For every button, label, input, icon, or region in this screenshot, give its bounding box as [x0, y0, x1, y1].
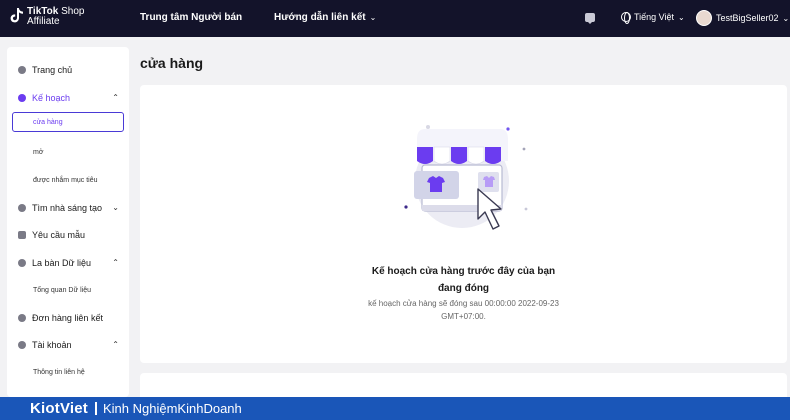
nav-seller-center[interactable]: Trung tâm Người bán: [140, 12, 242, 23]
username-label: TestBigSeller02: [716, 13, 779, 23]
sidebar-subitem-targeted[interactable]: được nhắm mục tiêu: [7, 170, 129, 190]
sidebar-item-home[interactable]: Trang chủ: [7, 60, 129, 80]
nav-seller-center-label: Trung tâm Người bán: [140, 12, 243, 23]
sidebar-subitem-shop[interactable]: cửa hàng: [12, 112, 124, 132]
sidebar-item-label: Đơn hàng liên kết: [32, 313, 103, 323]
logo-text-shop: Shop: [58, 6, 85, 17]
plan-closed-message-line2: đang đóng: [437, 283, 490, 294]
sidebar-subitem-label: Tổng quan Dữ liệu: [33, 286, 91, 294]
sidebar-subitem-label: được nhắm mục tiêu: [33, 176, 98, 184]
sidebar-subitem-data-overview[interactable]: Tổng quan Dữ liệu: [7, 280, 129, 300]
chevron-down-icon: ⌄: [782, 13, 790, 23]
tiktok-shop-affiliate-logo[interactable]: TikTok Shop Affiliate: [10, 7, 84, 27]
message-icon[interactable]: [585, 13, 595, 24]
sidebar-subitem-open[interactable]: mở: [7, 142, 129, 162]
sidebar-item-label: Tìm nhà sáng tạo: [32, 203, 103, 213]
sidebar-item-label: Yêu cầu mẫu: [32, 230, 86, 240]
sidebar-subitem-label: Thông tin liên hệ: [33, 368, 85, 376]
nav-affiliate-guide-label: Hướng dẫn liên kết: [274, 12, 366, 23]
plan-closing-note-line2: GMT+07:00.: [441, 312, 486, 321]
sidebar-item-label: La bàn Dữ liệu: [32, 258, 92, 268]
sidebar-item-label: Trang chủ: [32, 65, 73, 75]
logo-text-affiliate: Affiliate: [27, 16, 60, 27]
sidebar: Trang chủ Kế hoạch ⌃ cửa hàng mở được nh…: [7, 47, 129, 397]
sample-box-icon: [18, 231, 26, 239]
chevron-down-icon: ⌄: [678, 12, 685, 22]
chevron-up-icon: ⌃: [112, 258, 119, 267]
plan-closed-message-line1: Kế hoạch cửa hàng trước đây của bạn: [371, 266, 556, 277]
orders-icon: [18, 314, 26, 322]
plan-closed-message: Kế hoạch cửa hàng trước đây của bạn đang…: [140, 263, 787, 297]
language-selector[interactable]: Tiếng Việt ⌄: [621, 12, 685, 24]
home-icon: [18, 66, 26, 74]
plan-closing-note-line1: kế hoạch cửa hàng sẽ đóng sau 00:00:00 2…: [368, 299, 559, 308]
chevron-down-icon: ⌄: [112, 203, 119, 212]
plan-icon: [18, 94, 26, 102]
chevron-up-icon: ⌃: [112, 340, 119, 349]
chevron-down-icon: ⌄: [369, 13, 377, 22]
language-label: Tiếng Việt: [634, 12, 675, 22]
page-title: cửa hàng: [140, 55, 204, 71]
creators-icon: [18, 204, 26, 212]
sidebar-item-affiliate-orders[interactable]: Đơn hàng liên kết: [7, 308, 129, 328]
plan-closing-note: kế hoạch cửa hàng sẽ đóng sau 00:00:00 2…: [140, 297, 787, 323]
closed-plan-card: Kế hoạch cửa hàng trước đây của bạn đang…: [140, 85, 787, 363]
chevron-up-icon: ⌃: [112, 93, 119, 102]
sidebar-item-label: Tài khoản: [32, 340, 72, 350]
sidebar-item-find-creators[interactable]: Tìm nhà sáng tạo ⌄: [7, 198, 129, 218]
account-icon: [18, 341, 26, 349]
sidebar-item-plan[interactable]: Kế hoạch ⌃: [7, 88, 129, 108]
user-menu[interactable]: TestBigSeller02 ⌄: [696, 10, 789, 26]
footer-tagline: Kinh NghiệmKinhDoanh: [103, 401, 242, 416]
storefront-illustration: [404, 125, 528, 230]
sidebar-subitem-label: cửa hàng: [33, 118, 63, 126]
sidebar-subitem-contact-info[interactable]: Thông tin liên hệ: [7, 362, 129, 382]
sidebar-subitem-label: mở: [33, 148, 44, 156]
top-navigation-bar: TikTok Shop Affiliate Trung tâm Người bá…: [0, 0, 790, 37]
sidebar-item-sample-requests[interactable]: Yêu cầu mẫu: [7, 225, 129, 245]
avatar: [696, 10, 712, 26]
footer-divider: [95, 402, 97, 415]
sidebar-item-account[interactable]: Tài khoản ⌃: [7, 335, 129, 355]
compass-icon: [18, 259, 26, 267]
kiotviet-logo: KiotViet: [30, 400, 88, 417]
kiotviet-watermark-banner: KiotViet Kinh NghiệmKinhDoanh: [0, 397, 790, 420]
nav-affiliate-guide[interactable]: Hướng dẫn liên kết ⌄: [274, 12, 376, 23]
sidebar-item-label: Kế hoạch: [32, 93, 71, 103]
globe-icon: [621, 12, 631, 24]
sidebar-item-data-compass[interactable]: La bàn Dữ liệu ⌃: [7, 253, 129, 273]
tiktok-logo-icon: [10, 8, 23, 23]
